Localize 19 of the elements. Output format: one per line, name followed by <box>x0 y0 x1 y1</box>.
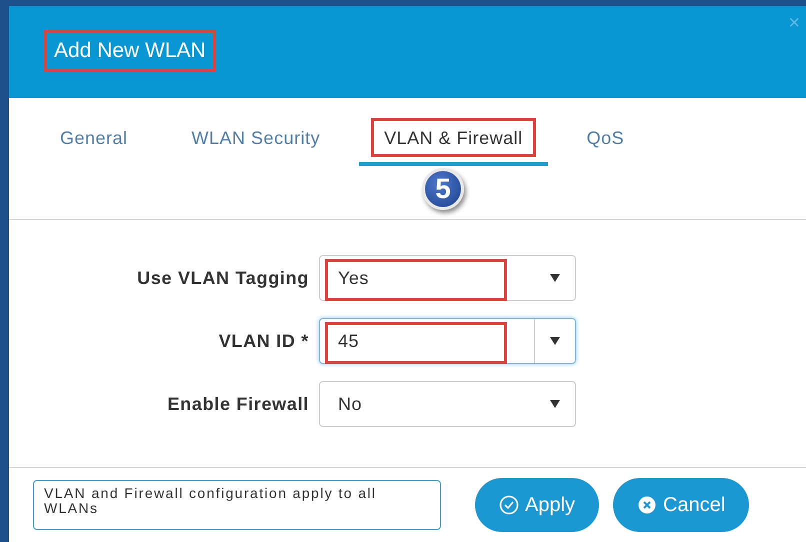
caret-icon <box>550 274 560 282</box>
select-field[interactable]: Yes <box>319 255 576 301</box>
select-field[interactable]: No <box>319 381 576 427</box>
apply-button[interactable]: Apply <box>475 478 600 532</box>
field-label: VLAN ID * <box>218 330 310 352</box>
tab[interactable]: General <box>35 118 153 166</box>
tab[interactable]: WLAN Security <box>166 118 346 166</box>
info-note: VLAN and Firewall configuration apply to all WLANs <box>33 480 441 530</box>
step-badge: 5 <box>422 168 464 210</box>
dialog-title: Add New WLAN <box>44 30 216 72</box>
field-label: Enable Firewall <box>166 394 310 414</box>
tab[interactable]: QoS <box>562 118 650 166</box>
field-label: Use VLAN Tagging <box>136 268 310 288</box>
check-circle-icon <box>499 495 519 515</box>
caret-icon <box>550 337 560 345</box>
caret-icon <box>550 400 560 408</box>
close-circle-icon <box>637 495 658 515</box>
combo-field[interactable]: 45 <box>319 318 576 364</box>
cancel-button[interactable]: Cancel <box>613 478 750 532</box>
